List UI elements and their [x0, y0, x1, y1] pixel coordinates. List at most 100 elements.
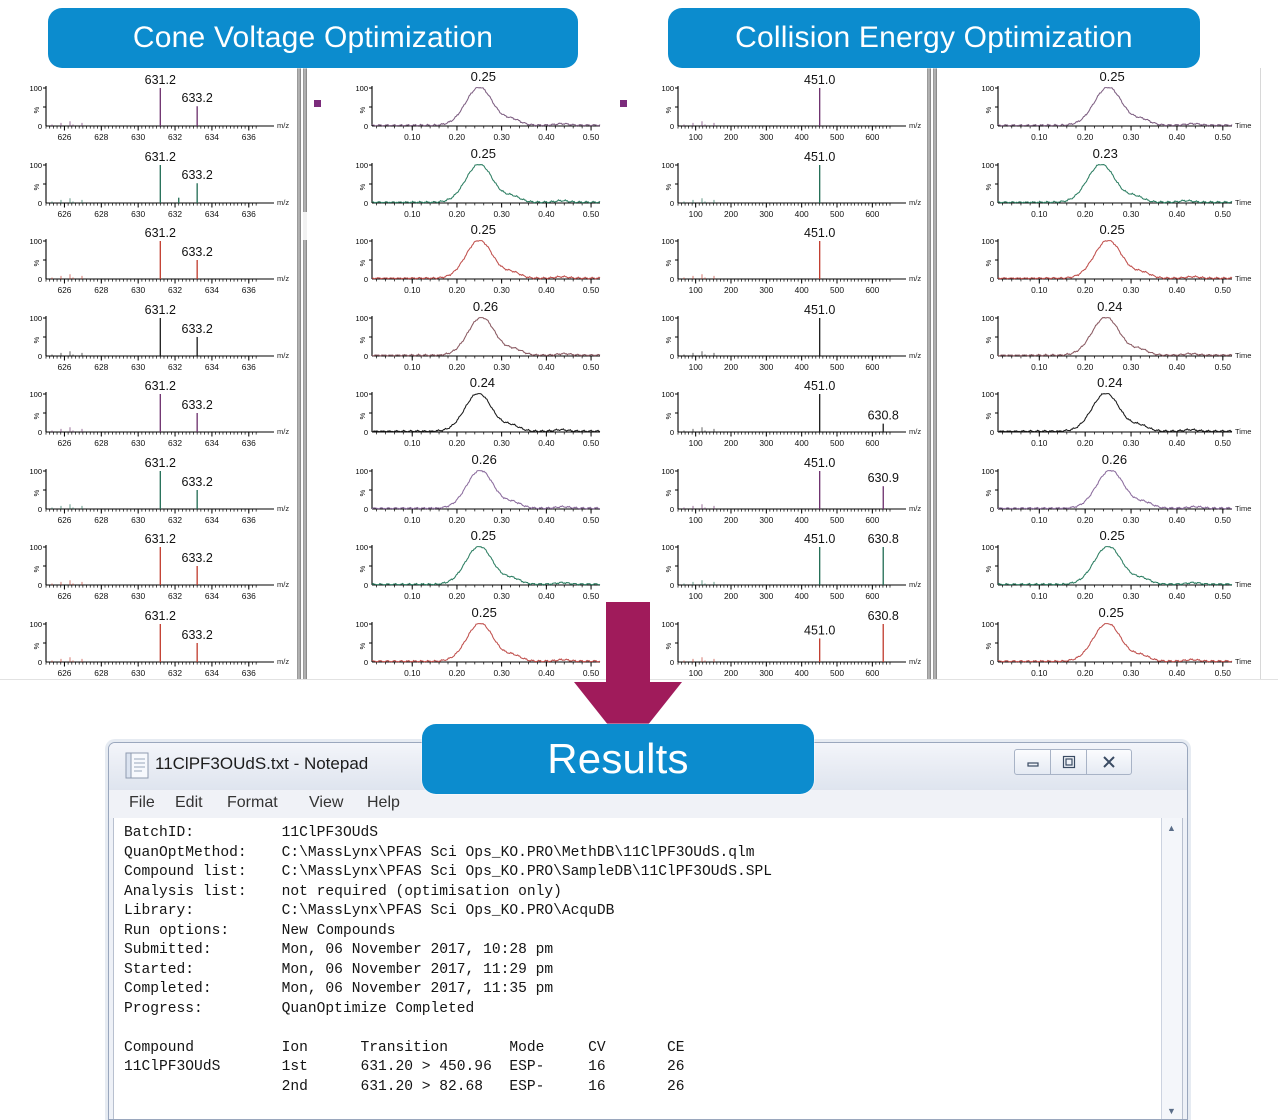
cone-voltage-chromatograms-row-7[interactable]: 100 0% 0.10 0.20 0.30 0.40 0.50 0.25	[326, 529, 620, 603]
cone-voltage-ms-spectra-row-6[interactable]: 100 0% 626 628 630 632 634 636 m/z 631.2 633.2	[0, 453, 292, 527]
cone-voltage-chromatograms-row-1[interactable]: 100 0% 0.10 0.20 0.30 0.40 0.50 0.25	[326, 70, 620, 144]
collision-energy-chromatograms-row-1[interactable]: 100 0% 0.10 0.20 0.30 0.40 0.50 Time 0.25	[952, 70, 1252, 144]
svg-text:0.30: 0.30	[493, 438, 510, 448]
svg-text:300: 300	[759, 515, 773, 525]
menu-item-view[interactable]: View	[309, 794, 343, 812]
svg-text:0.10: 0.10	[404, 285, 421, 295]
svg-text:100: 100	[981, 84, 994, 93]
cone-voltage-chromatograms-row-4[interactable]: 100 0% 0.10 0.20 0.30 0.40 0.50 0.26	[326, 300, 620, 374]
svg-text:m/z: m/z	[909, 580, 921, 589]
svg-text:632: 632	[168, 515, 182, 525]
svg-text:634: 634	[205, 209, 219, 219]
svg-text:631.2: 631.2	[145, 303, 176, 317]
svg-text:636: 636	[242, 362, 256, 372]
cone-voltage-ms-spectra-row-8[interactable]: 100 0% 626 628 630 632 634 636 m/z 631.2 633.2	[0, 606, 292, 680]
collision-energy-ms-spectra-row-3[interactable]: 100 0% 100 200 300 400 500 600 m/z 451.0	[632, 223, 924, 297]
svg-text:600: 600	[865, 668, 879, 678]
maximize-button[interactable]	[1050, 749, 1088, 775]
svg-text:633.2: 633.2	[182, 322, 213, 336]
scrollbar-thumb[interactable]	[303, 212, 307, 240]
svg-text:%: %	[358, 412, 367, 419]
cone-voltage-ms-spectra-row-4[interactable]: 100 0% 626 628 630 632 634 636 m/z 631.2 633.2	[0, 300, 292, 374]
svg-text:0.40: 0.40	[538, 438, 555, 448]
cone-voltage-chromatograms-row-5[interactable]: 100 0% 0.10 0.20 0.30 0.40 0.50 0.24	[326, 376, 620, 450]
svg-text:600: 600	[865, 285, 879, 295]
svg-text:630: 630	[131, 209, 145, 219]
svg-text:451.0: 451.0	[804, 226, 835, 240]
svg-text:500: 500	[830, 132, 844, 142]
banner-results: Results	[422, 724, 814, 794]
scroll-down-icon[interactable]: ▼	[1162, 1101, 1181, 1119]
svg-text:0: 0	[38, 505, 42, 514]
svg-text:0.20: 0.20	[449, 362, 466, 372]
svg-text:100: 100	[355, 237, 368, 246]
collision-energy-chromatograms-row-4[interactable]: 100 0% 0.10 0.20 0.30 0.40 0.50 Time 0.24	[952, 300, 1252, 374]
collision-energy-chromatograms-row-5[interactable]: 100 0% 0.10 0.20 0.30 0.40 0.50 Time 0.24	[952, 376, 1252, 450]
svg-text:0.10: 0.10	[404, 515, 421, 525]
collision-energy-chromatograms-row-7[interactable]: 100 0% 0.10 0.20 0.30 0.40 0.50 Time 0.25	[952, 529, 1252, 603]
notepad-window[interactable]: 11ClPF3OUdS.txt - Notepad File Edit Form…	[108, 742, 1188, 1120]
svg-text:636: 636	[242, 515, 256, 525]
svg-text:100: 100	[689, 515, 703, 525]
close-icon	[1103, 756, 1115, 768]
svg-text:300: 300	[759, 362, 773, 372]
cone-voltage-ms-spectra-row-1[interactable]: 100 0% 626 628 630 632 634 636 m/z 631.2 633.2	[0, 70, 292, 144]
scrollbar-ce-panel[interactable]	[926, 68, 940, 680]
svg-text:300: 300	[759, 668, 773, 678]
selection-marker[interactable]	[314, 100, 321, 107]
svg-text:%: %	[32, 106, 41, 113]
cone-voltage-ms-spectra-row-7[interactable]: 100 0% 626 628 630 632 634 636 m/z 631.2 633.2	[0, 529, 292, 603]
svg-text:%: %	[358, 642, 367, 649]
cone-voltage-chromatograms-row-3[interactable]: 100 0% 0.10 0.20 0.30 0.40 0.50 0.25	[326, 223, 620, 297]
cone-voltage-ms-spectra-row-5[interactable]: 100 0% 626 628 630 632 634 636 m/z 631.2 633.2	[0, 376, 292, 450]
svg-text:%: %	[32, 412, 41, 419]
svg-text:0.30: 0.30	[1123, 515, 1140, 525]
collision-energy-ms-spectra-row-5[interactable]: 100 0% 100 200 300 400 500 600 m/z 451.0 630.8	[632, 376, 924, 450]
close-button[interactable]	[1086, 749, 1132, 775]
svg-text:0: 0	[364, 658, 368, 667]
collision-energy-ms-spectra-row-1[interactable]: 100 0% 100 200 300 400 500 600 m/z 451.0	[632, 70, 924, 144]
svg-text:632: 632	[168, 132, 182, 142]
cone-voltage-chromatograms-row-6[interactable]: 100 0% 0.10 0.20 0.30 0.40 0.50 0.26	[326, 453, 620, 527]
menu-item-format[interactable]: Format	[227, 794, 278, 812]
scroll-up-icon[interactable]: ▲	[1162, 818, 1181, 837]
collision-energy-chromatograms-row-2[interactable]: 100 0% 0.10 0.20 0.30 0.40 0.50 Time 0.23	[952, 147, 1252, 221]
svg-text:%: %	[32, 336, 41, 343]
column-ce-chromatograms: 100 0% 0.10 0.20 0.30 0.40 0.50 Time 0.25 100 0% 0.…	[952, 68, 1252, 680]
scrollbar-cone-panel[interactable]	[296, 68, 310, 680]
svg-text:0: 0	[670, 428, 674, 437]
svg-text:0.50: 0.50	[583, 285, 600, 295]
scrollbar-track-right	[933, 68, 937, 680]
cone-voltage-chromatograms-row-2[interactable]: 100 0% 0.10 0.20 0.30 0.40 0.50 0.25	[326, 147, 620, 221]
notepad-text-area[interactable]: BatchID: 11ClPF3OUdS QuanOptMethod: C:\M…	[113, 818, 1183, 1119]
notepad-scrollbar[interactable]: ▲ ▼	[1161, 818, 1182, 1119]
collision-energy-ms-spectra-row-7[interactable]: 100 0% 100 200 300 400 500 600 m/z 451.0 630.8	[632, 529, 924, 603]
collision-energy-chromatograms-row-3[interactable]: 100 0% 0.10 0.20 0.30 0.40 0.50 Time 0.25	[952, 223, 1252, 297]
selection-marker[interactable]	[620, 100, 627, 107]
svg-text:%: %	[664, 412, 673, 419]
collision-energy-ms-spectra-row-2[interactable]: 100 0% 100 200 300 400 500 600 m/z 451.0	[632, 147, 924, 221]
collision-energy-ms-spectra-row-4[interactable]: 100 0% 100 200 300 400 500 600 m/z 451.0	[632, 300, 924, 374]
collision-energy-ms-spectra-row-6[interactable]: 100 0% 100 200 300 400 500 600 m/z 451.0 630.9	[632, 453, 924, 527]
menu-item-edit[interactable]: Edit	[175, 794, 203, 812]
minimize-button[interactable]	[1014, 749, 1052, 775]
svg-text:100: 100	[981, 390, 994, 399]
svg-text:631.2: 631.2	[145, 379, 176, 393]
svg-text:100: 100	[981, 314, 994, 323]
column-cone-chromatograms: 100 0% 0.10 0.20 0.30 0.40 0.50 0.25 100 0% 0.10 0.…	[314, 68, 620, 680]
collision-energy-chromatograms-row-6[interactable]: 100 0% 0.10 0.20 0.30 0.40 0.50 Time 0.26	[952, 453, 1252, 527]
svg-text:0.30: 0.30	[1123, 668, 1140, 678]
cone-voltage-ms-spectra-row-3[interactable]: 100 0% 626 628 630 632 634 636 m/z 631.2 633.2	[0, 223, 292, 297]
svg-text:634: 634	[205, 668, 219, 678]
svg-text:%: %	[358, 183, 367, 190]
menu-item-help[interactable]: Help	[367, 794, 400, 812]
svg-text:0.26: 0.26	[1102, 453, 1127, 467]
svg-text:628: 628	[94, 132, 108, 142]
svg-text:0.40: 0.40	[538, 515, 555, 525]
svg-text:0.40: 0.40	[538, 285, 555, 295]
cone-voltage-ms-spectra-row-2[interactable]: 100 0% 626 628 630 632 634 636 m/z 631.2 633.2	[0, 147, 292, 221]
menu-item-file[interactable]: File	[129, 794, 155, 812]
collision-energy-chromatograms-row-8[interactable]: 100 0% 0.10 0.20 0.30 0.40 0.50 Time 0.25	[952, 606, 1252, 680]
svg-text:%: %	[32, 183, 41, 190]
svg-text:100: 100	[689, 668, 703, 678]
